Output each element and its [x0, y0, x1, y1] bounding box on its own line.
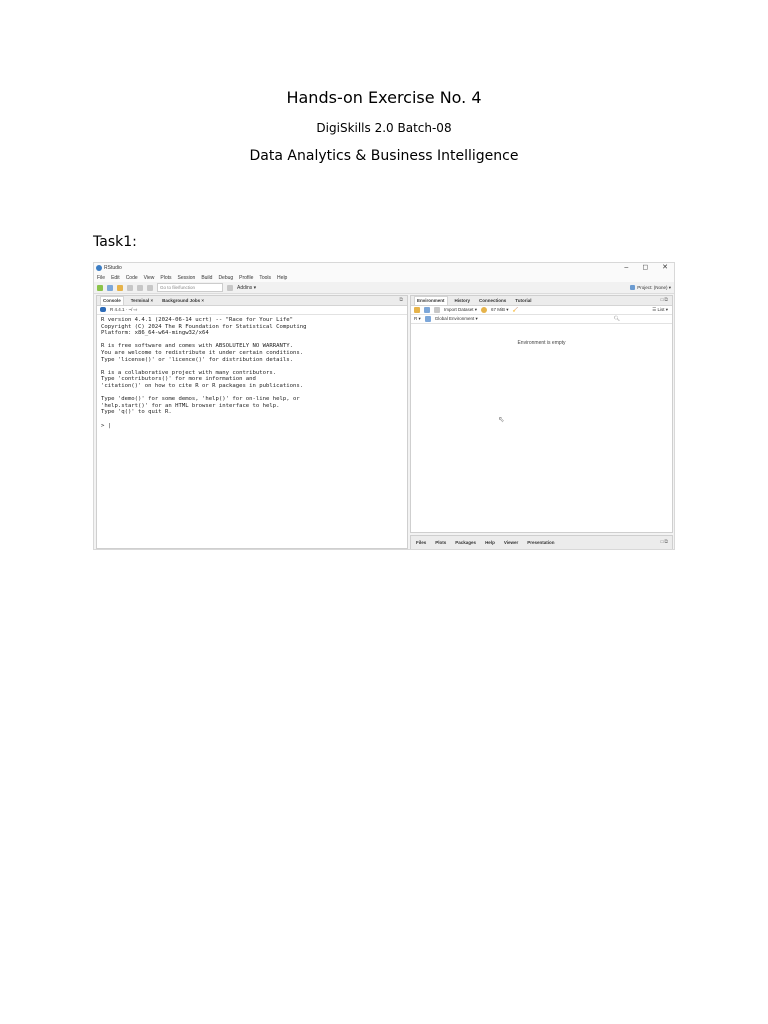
- console-subbar: R 4.4.1 · ~/ ⇨: [97, 305, 407, 315]
- console-line: Type 'contributors()' for more informati…: [101, 376, 256, 383]
- tab-viewer[interactable]: Viewer: [502, 539, 520, 547]
- rstudio-screenshot: RStudio – ◻ ✕ File Edit Code View Plots …: [93, 262, 675, 550]
- environment-scope-bar: R ▾ Global Environment ▾: [411, 314, 672, 324]
- window-titlebar: RStudio – ◻ ✕: [94, 263, 674, 273]
- menu-session[interactable]: Session: [178, 275, 196, 281]
- menu-view[interactable]: View: [144, 275, 155, 281]
- console-pane: Console Terminal × Background Jobs × ⧉ R…: [96, 295, 408, 549]
- tab-terminal[interactable]: Terminal ×: [129, 297, 155, 305]
- import-dataset-button[interactable]: Import Dataset ▾: [444, 307, 477, 313]
- import-dataset-icon: [434, 306, 440, 313]
- new-project-icon[interactable]: [107, 284, 113, 291]
- task-label: Task1:: [93, 234, 137, 250]
- goto-placeholder: Go to file/function: [160, 285, 196, 290]
- pane-restore-icon[interactable]: ▭⧉: [660, 539, 668, 545]
- mouse-cursor-icon: ⇖: [498, 415, 505, 424]
- tab-help[interactable]: Help: [483, 539, 497, 547]
- addins-menu[interactable]: Addins ▾: [237, 285, 256, 291]
- environment-pane: Environment History Connections Tutorial…: [410, 295, 673, 533]
- pane-minimize-icon[interactable]: ▭⧉: [660, 297, 668, 303]
- list-view-toggle[interactable]: ☰ List ▾: [652, 305, 668, 314]
- maximize-icon[interactable]: ◻: [642, 263, 648, 273]
- load-workspace-icon[interactable]: [414, 306, 420, 313]
- menu-code[interactable]: Code: [126, 275, 138, 281]
- menu-bar: File Edit Code View Plots Session Build …: [94, 273, 674, 282]
- tab-files[interactable]: Files: [414, 539, 428, 547]
- menu-debug[interactable]: Debug: [218, 275, 233, 281]
- r-version-path: R 4.4.1 · ~/ ⇨: [110, 306, 138, 312]
- tab-history[interactable]: History: [453, 297, 473, 305]
- rstudio-logo-icon: [96, 265, 102, 271]
- main-toolbar: Go to file/function Addins ▾: [94, 282, 674, 294]
- files-pane: Files Plots Packages Help Viewer Present…: [410, 535, 673, 549]
- menu-profile[interactable]: Profile: [239, 275, 253, 281]
- memory-usage[interactable]: 67 MiB ▾: [491, 307, 509, 313]
- tab-environment[interactable]: Environment: [414, 296, 448, 305]
- memory-pie-icon: [481, 306, 488, 313]
- project-menu[interactable]: Project: (None) ▾: [630, 282, 671, 293]
- menu-file[interactable]: File: [97, 275, 105, 281]
- global-environment-dropdown[interactable]: Global Environment ▾: [435, 316, 478, 322]
- r-language-dropdown[interactable]: R ▾: [414, 316, 421, 322]
- project-icon: [630, 285, 636, 290]
- environment-empty-message: Environment is empty: [517, 340, 566, 346]
- new-file-icon[interactable]: [97, 284, 103, 291]
- console-line: You are welcome to redistribute it under…: [101, 349, 304, 356]
- r-logo-icon: [100, 307, 106, 312]
- window-controls: – ◻ ✕: [624, 263, 668, 273]
- console-output[interactable]: R version 4.4.1 (2024-06-14 ucrt) -- "Ra…: [101, 317, 403, 429]
- minimize-icon[interactable]: –: [624, 263, 628, 273]
- open-file-icon[interactable]: [117, 284, 123, 291]
- console-line: Type 'demo()' for some demos, 'help()' f…: [101, 396, 300, 403]
- menu-plots[interactable]: Plots: [160, 275, 171, 281]
- close-icon[interactable]: ✕: [662, 263, 668, 273]
- console-line: Copyright (C) 2024 The R Foundation for …: [101, 323, 307, 330]
- save-workspace-icon[interactable]: [424, 306, 430, 313]
- save-all-icon[interactable]: [137, 284, 143, 291]
- window-title: RStudio: [104, 265, 122, 271]
- global-env-icon: [424, 315, 431, 322]
- exercise-title: Hands-on Exercise No. 4: [286, 88, 482, 107]
- course-title: Data Analytics & Business Intelligence: [249, 148, 519, 164]
- menu-edit[interactable]: Edit: [111, 275, 120, 281]
- console-line: R is a collaborative project with many c…: [101, 369, 277, 376]
- tab-background-jobs[interactable]: Background Jobs ×: [160, 297, 206, 305]
- console-line: R version 4.4.1 (2024-06-14 ucrt) -- "Ra…: [101, 317, 293, 323]
- menu-build[interactable]: Build: [201, 275, 212, 281]
- pane-maximize-icon[interactable]: ⧉: [399, 297, 403, 303]
- batch-subtitle: DigiSkills 2.0 Batch-08: [316, 121, 452, 135]
- menu-help[interactable]: Help: [277, 275, 287, 281]
- tab-connections[interactable]: Connections: [477, 297, 508, 305]
- console-line: 'citation()' on how to cite R or R packa…: [101, 382, 304, 389]
- project-label: Project: (None) ▾: [637, 284, 671, 290]
- console-line: R is free software and comes with ABSOLU…: [101, 343, 293, 350]
- tab-packages[interactable]: Packages: [453, 539, 478, 547]
- console-line: Type 'license()' or 'licence()' for dist…: [101, 356, 293, 363]
- goto-file-input[interactable]: Go to file/function: [157, 283, 223, 292]
- tab-presentation[interactable]: Presentation: [525, 539, 556, 547]
- console-line: Type 'q()' to quit R.: [101, 409, 172, 416]
- save-icon[interactable]: [127, 284, 133, 291]
- tab-plots[interactable]: Plots: [433, 539, 448, 547]
- files-tabs: Files Plots Packages Help Viewer Present…: [411, 536, 672, 549]
- grid-icon[interactable]: [227, 284, 233, 291]
- print-icon[interactable]: [147, 284, 153, 291]
- tab-console[interactable]: Console: [100, 296, 124, 305]
- broom-icon[interactable]: 🧹: [513, 307, 519, 313]
- console-line: > |: [101, 422, 112, 429]
- tab-tutorial[interactable]: Tutorial: [513, 297, 533, 305]
- search-icon[interactable]: 🔍︎: [614, 316, 620, 322]
- console-line: 'help.start()' for an HTML browser inter…: [101, 402, 280, 409]
- menu-tools[interactable]: Tools: [259, 275, 271, 281]
- console-line: Platform: x86_64-w64-mingw32/x64: [101, 330, 209, 337]
